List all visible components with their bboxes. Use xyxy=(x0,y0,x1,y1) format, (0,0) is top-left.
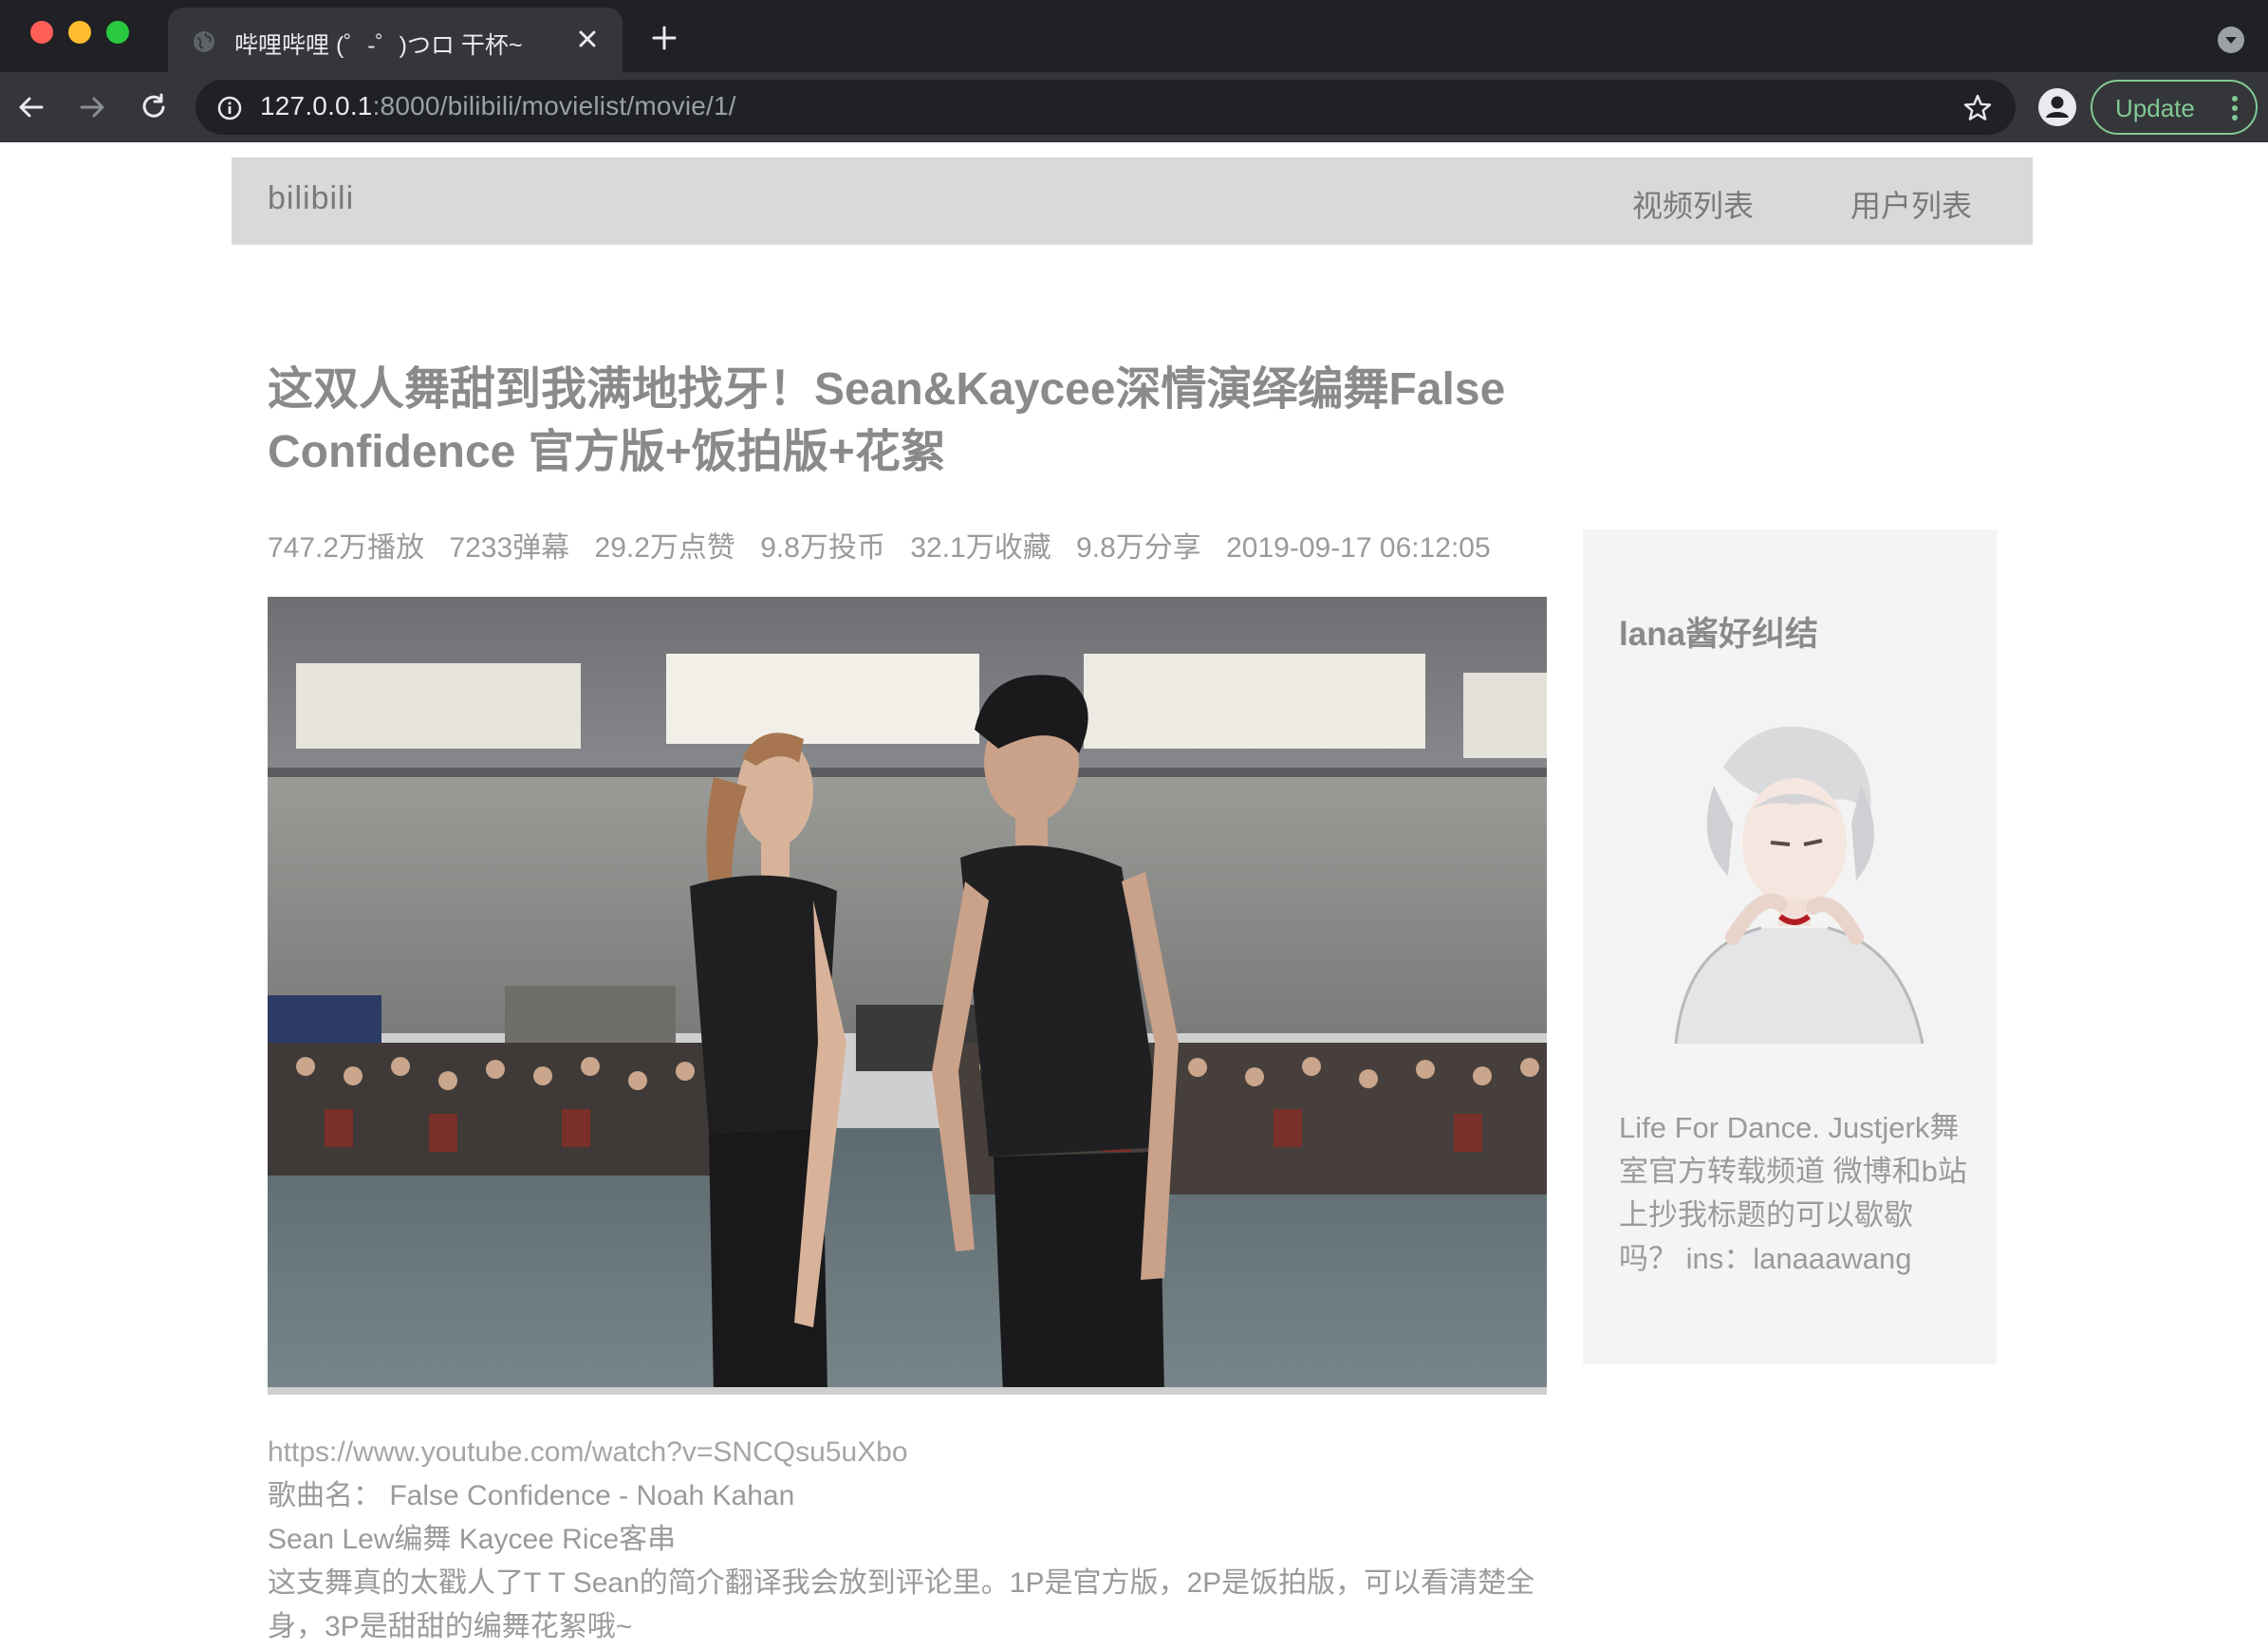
site-brand[interactable]: bilibili xyxy=(268,180,354,217)
profile-icon[interactable] xyxy=(2038,88,2076,126)
video-progress-bar[interactable] xyxy=(268,1387,1547,1395)
browser-tab[interactable]: 哔哩哔哩 (゜-゜)つロ 干杯~ xyxy=(168,8,623,72)
reload-icon[interactable] xyxy=(138,91,170,123)
tab-title: 哔哩哔哩 (゜-゜)つロ 干杯~ xyxy=(234,32,523,59)
globe-icon xyxy=(194,31,214,52)
stat-favorites: 32.1万收藏 xyxy=(910,532,1051,564)
page-content: bilibili 视频列表 用户列表 这双人舞甜到我满地找牙！Sean&Kayc… xyxy=(0,142,2268,1647)
uploader-avatar[interactable] xyxy=(1619,700,1961,1045)
uploader-name[interactable]: lana酱好纠结 xyxy=(1619,607,1818,656)
stat-danmaku: 7233弹幕 xyxy=(449,532,570,564)
uploader-bio: Life For Dance. Justjerk舞室官方转载频道 微博和b站上抄… xyxy=(1619,1111,1967,1275)
stat-plays: 747.2万播放 xyxy=(268,532,425,564)
browser-tab-bar: 哔哩哔哩 (゜-゜)つロ 干杯~ xyxy=(0,0,2268,72)
browser-toolbar: 127.0.0.1:8000/bilibili/movielist/movie/… xyxy=(0,72,2268,142)
nav-link-video-list[interactable]: 视频列表 xyxy=(1632,182,1754,226)
stat-coins: 9.8万投币 xyxy=(760,532,885,564)
nav-link-user-list[interactable]: 用户列表 xyxy=(1850,182,1972,226)
note-line: 这支舞真的太戳人了T T Sean的简介翻译我会放到评论里。1P是官方版，2P是… xyxy=(268,1567,1535,1642)
video-player[interactable] xyxy=(268,597,1547,1395)
song-line: 歌曲名： False Confidence - Noah Kahan xyxy=(268,1480,795,1511)
avatar-illustration xyxy=(1619,700,1961,1045)
address-bar[interactable]: 127.0.0.1:8000/bilibili/movielist/movie/… xyxy=(195,80,2016,135)
window-zoom-button[interactable] xyxy=(106,21,129,44)
uploader-card: lana酱好纠结 Life For Dance. Justjerk舞室官方转载频… xyxy=(1583,529,1997,1364)
update-button[interactable]: Update xyxy=(2091,80,2258,135)
video-stats: 747.2万播放 7233弹幕 29.2万点赞 9.8万投币 32.1万收藏 9… xyxy=(268,524,1508,565)
kebab-menu-icon xyxy=(2232,96,2238,120)
update-label: Update xyxy=(2115,94,2195,122)
window-close-button[interactable] xyxy=(30,21,53,44)
url-path: :8000/bilibili/movielist/movie/1/ xyxy=(372,91,736,120)
stat-published: 2019-09-17 06:12:05 xyxy=(1226,532,1491,564)
window-minimize-button[interactable] xyxy=(68,21,91,44)
stat-shares: 9.8万分享 xyxy=(1076,532,1201,564)
chevron-down-icon[interactable] xyxy=(2218,27,2244,53)
url-text[interactable]: 127.0.0.1:8000/bilibili/movielist/movie/… xyxy=(260,91,736,121)
forward-arrow-icon[interactable] xyxy=(76,91,108,123)
plus-icon[interactable] xyxy=(651,25,678,51)
info-icon[interactable] xyxy=(216,95,243,121)
url-host: 127.0.0.1 xyxy=(260,91,373,120)
back-arrow-icon[interactable] xyxy=(15,91,47,123)
close-icon[interactable] xyxy=(574,26,601,52)
video-description: https://www.youtube.com/watch?v=SNCQsu5u… xyxy=(268,1431,1558,1649)
site-navbar: bilibili 视频列表 用户列表 xyxy=(232,157,2033,245)
stat-likes: 29.2万点赞 xyxy=(594,532,735,564)
credits-line: Sean Lew编舞 Kaycee Rice客串 xyxy=(268,1524,677,1555)
video-title: 这双人舞甜到我满地找牙！Sean&Kaycee深情演绎编舞False Confi… xyxy=(268,364,1506,477)
source-link[interactable]: https://www.youtube.com/watch?v=SNCQsu5u… xyxy=(268,1431,1558,1474)
star-icon[interactable] xyxy=(1962,93,1993,123)
video-thumbnail xyxy=(268,597,1547,1395)
